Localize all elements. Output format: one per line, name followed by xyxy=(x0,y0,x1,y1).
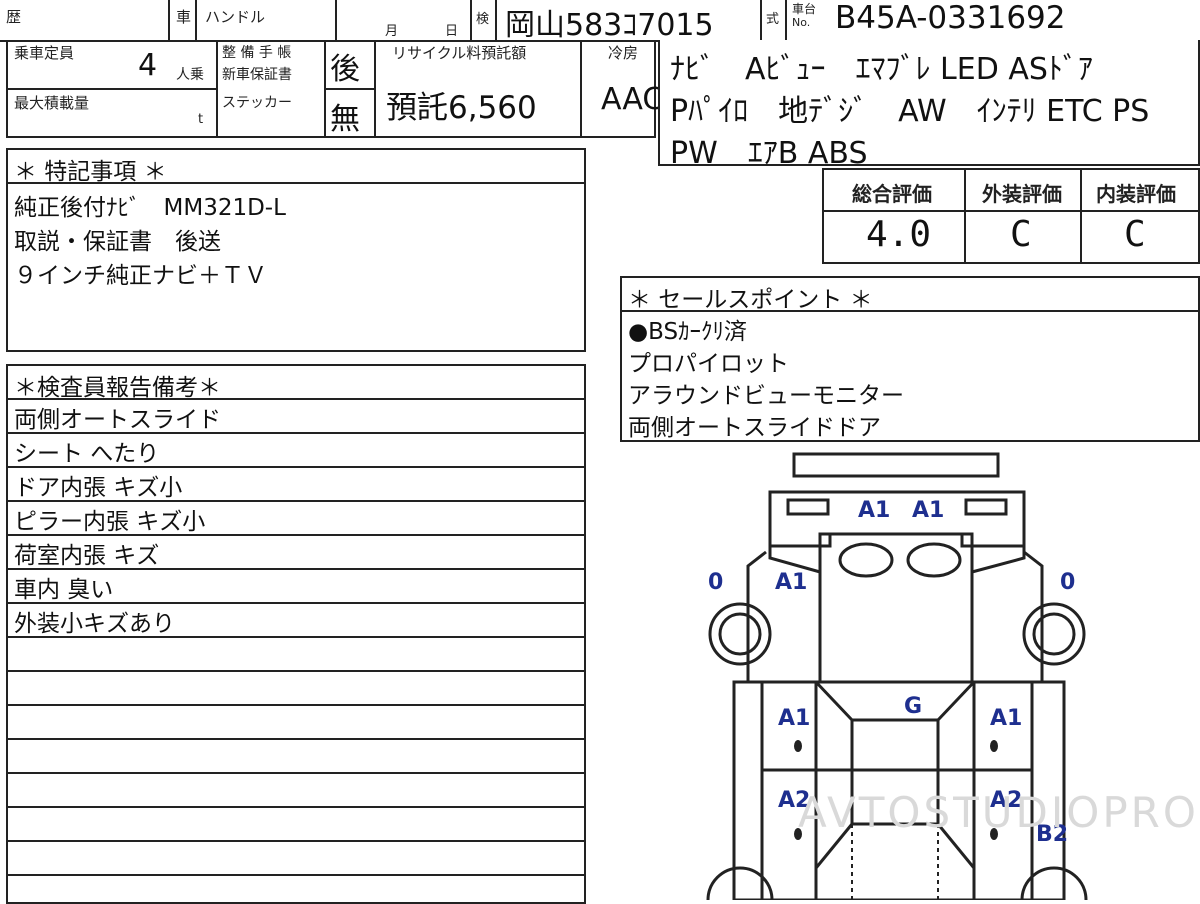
sales-points-title: ＊ セールスポイント ＊ xyxy=(628,287,873,313)
sales-point-item: ●BSｶｰｸﾘ済 xyxy=(628,319,748,345)
inspector-report-row: シート へたり xyxy=(14,441,160,467)
warranty-label-1: 整 備 手 帳 xyxy=(222,45,292,61)
front-bumper-outline xyxy=(792,452,1000,478)
sales-point-item: アラウンドビューモニター xyxy=(628,383,904,409)
overall-score: 4.0 xyxy=(866,214,932,255)
inspector-report-box: ＊検査員報告備考＊ 両側オートスライド シート へたり ドア内張 キズ小 ピラー内張 … xyxy=(6,364,586,904)
chassis-number: B45A-0331692 xyxy=(835,0,1066,36)
recycle-value: 預託6,560 xyxy=(386,90,537,126)
mirror-right-outline xyxy=(906,542,962,578)
ken-label: 検 xyxy=(476,12,490,27)
damage-mark-tire-fl: 0 xyxy=(708,570,724,595)
capacity-unit: 人乗 xyxy=(176,67,204,83)
chassis-no-label: No. xyxy=(792,16,811,29)
load-unit: t xyxy=(198,112,204,127)
license-plate: 岡山583ｺ7015 xyxy=(505,8,714,43)
inspector-report-row: 荷室内張 キズ xyxy=(14,543,160,569)
damage-mark-door-fl: A1 xyxy=(778,706,811,731)
overall-label: 総合評価 xyxy=(852,182,932,206)
inspector-report-row: 車内 臭い xyxy=(14,577,114,603)
sales-points-box: ＊ セールスポイント ＊ ●BSｶｰｸﾘ済 プロパイロット アラウンドビューモニ… xyxy=(620,276,1200,442)
sales-point-item: 両側オートスライドドア xyxy=(628,415,881,441)
body-upper-outline xyxy=(768,532,1026,574)
warranty-label-2: 新車保証書 xyxy=(222,67,292,83)
damage-mark-fender-left: A1 xyxy=(775,570,808,595)
interior-grade: C xyxy=(1124,214,1146,255)
spec-block: 乗車定員 4 人乗 最大積載量 t 整 備 手 帳 新車保証書 ステッカー 後 … xyxy=(6,40,663,138)
inspector-report-row: 両側オートスライド xyxy=(14,407,221,433)
header-row: 歴 車 ハンドル 月 日 検 岡山583ｺ7015 式 車台 No. B45A-… xyxy=(0,0,1200,43)
inspector-report-title: ＊検査員報告備考＊ xyxy=(14,375,221,401)
sticker-label: ステッカー xyxy=(222,95,292,111)
damage-mark-front-right: A1 xyxy=(912,498,945,523)
door-handle-fl xyxy=(794,740,802,752)
ac-label: 冷房 xyxy=(608,44,639,62)
capacity-value: 4 xyxy=(138,48,158,83)
equipment-box: ﾅﾋﾞ Aﾋﾞｭｰ ｴﾏﾌﾞﾚ LED ASﾄﾞｱ Pﾊﾟｲﾛ 地ﾃﾞｼﾞ AW… xyxy=(658,40,1200,171)
special-notes-title: ＊ 特記事項 ＊ xyxy=(14,159,167,185)
inspector-report-row: 外装小キズあり xyxy=(14,611,175,637)
mirror-left-outline xyxy=(838,542,894,578)
special-note-line: ９インチ純正ナビ＋ＴＶ xyxy=(14,263,267,289)
inspector-report-row: ドア内張 キズ小 xyxy=(14,475,183,501)
equipment-line-2: Pﾊﾟｲﾛ 地ﾃﾞｼﾞ AW ｲﾝﾃﾘ ETC PS xyxy=(670,94,1150,129)
warranty-value: 後 xyxy=(330,52,360,87)
sticker-value: 無 xyxy=(330,102,360,137)
month-label: 月 xyxy=(385,24,399,39)
exterior-grade: C xyxy=(1010,214,1032,255)
ratings-box: 総合評価 外装評価 内装評価 4.0 C C xyxy=(822,168,1200,264)
door-handle-fr xyxy=(990,740,998,752)
reki-label: 歴 xyxy=(6,8,22,26)
equipment-line-3: PW ｴｱB ABS xyxy=(670,136,868,171)
day-label: 日 xyxy=(445,24,459,39)
capacity-label: 乗車定員 xyxy=(14,44,75,62)
special-notes-box: ＊ 特記事項 ＊ 純正後付ﾅﾋﾞ MM321D-L 取説・保証書 後送 ９インチ… xyxy=(6,148,586,352)
recycle-label: リサイクル料預託額 xyxy=(392,44,527,62)
chassis-label: 車台 xyxy=(792,2,817,16)
sales-point-item: プロパイロット xyxy=(628,351,789,377)
equipment-line-1: ﾅﾋﾞ Aﾋﾞｭｰ ｴﾏﾌﾞﾚ LED ASﾄﾞｱ xyxy=(670,52,1093,87)
load-label: 最大積載量 xyxy=(14,94,90,112)
exterior-label: 外装評価 xyxy=(982,182,1062,206)
headlight-right xyxy=(964,498,1008,516)
inspector-report-row: ピラー内張 キズ小 xyxy=(14,509,206,535)
sha-label: 車 xyxy=(176,8,192,26)
damage-mark-tire-fr: 0 xyxy=(1060,570,1076,595)
shiki-label: 式 xyxy=(766,12,780,27)
watermark: AVTOSTUDIOPRO xyxy=(798,788,1199,837)
special-note-line: 純正後付ﾅﾋﾞ MM321D-L xyxy=(14,195,286,221)
interior-label: 内装評価 xyxy=(1096,182,1176,206)
ac-value: AAC xyxy=(601,82,664,117)
damage-mark-front-left: A1 xyxy=(858,498,891,523)
handle-label: ハンドル xyxy=(205,8,266,26)
damage-mark-roof: G xyxy=(904,694,923,719)
headlight-left xyxy=(786,498,830,516)
special-note-line: 取説・保証書 後送 xyxy=(14,229,221,255)
damage-mark-door-fr: A1 xyxy=(990,706,1023,731)
